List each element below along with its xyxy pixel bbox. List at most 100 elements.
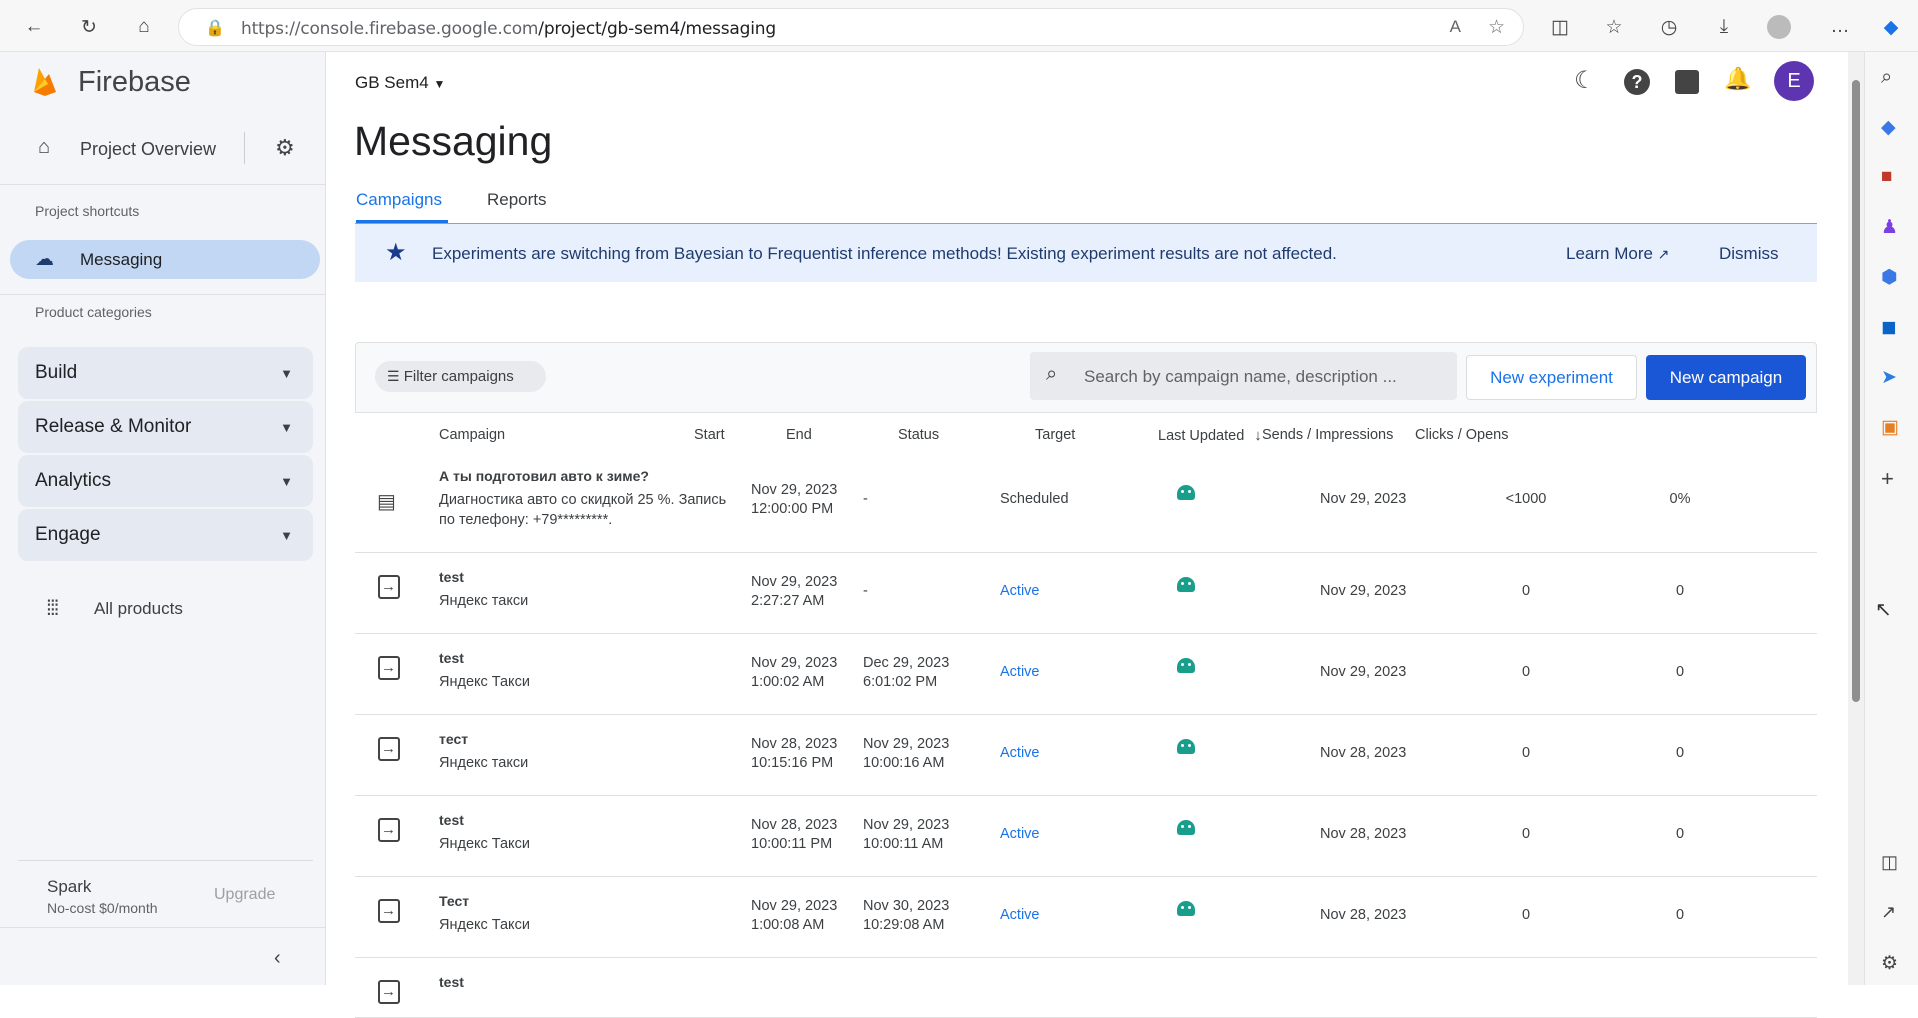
start-time: 1:00:08 AM bbox=[751, 917, 825, 933]
category-analytics[interactable]: Analytics ▼ bbox=[18, 455, 313, 507]
table-row[interactable]: тест Яндекс такси Nov 28, 2023 10:15:16 PM N… bbox=[355, 715, 1817, 796]
column-header-target[interactable]: Target bbox=[1035, 427, 1075, 443]
category-label: Release & Monitor bbox=[35, 416, 192, 437]
split-screen-icon[interactable]: ◫ bbox=[1546, 13, 1574, 41]
favorites-icon[interactable]: ☆ bbox=[1600, 13, 1628, 41]
tab-campaigns[interactable]: Campaigns bbox=[356, 190, 442, 210]
table-row[interactable]: test Яндекс Такси Nov 28, 2023 10:00:11 PM N… bbox=[355, 796, 1817, 877]
column-header-last-updated[interactable]: Last Updated ↓ bbox=[1158, 427, 1262, 444]
profile-icon[interactable] bbox=[1765, 13, 1793, 41]
shopping-tag-icon[interactable]: ◆ bbox=[1881, 116, 1896, 139]
help-icon[interactable]: ? bbox=[1624, 69, 1650, 95]
image-creator-icon[interactable]: ▣ bbox=[1881, 416, 1899, 439]
column-header-campaign[interactable]: Campaign bbox=[439, 427, 505, 443]
divider bbox=[0, 294, 326, 295]
refresh-icon[interactable]: ↻ bbox=[75, 13, 103, 41]
last-updated-date: Nov 28, 2023 bbox=[1320, 826, 1407, 842]
avatar[interactable]: E bbox=[1774, 61, 1814, 101]
status-badge: Scheduled bbox=[1000, 491, 1069, 507]
learn-more-link[interactable]: Learn More ↗ bbox=[1566, 244, 1669, 264]
info-banner: ★ Experiments are switching from Bayesia… bbox=[355, 224, 1817, 282]
in-app-message-icon bbox=[378, 656, 400, 680]
last-updated-date: Nov 29, 2023 bbox=[1320, 664, 1407, 680]
end-date: Dec 29, 2023 bbox=[863, 655, 950, 671]
add-plus-icon[interactable]: + bbox=[1881, 466, 1894, 492]
address-bar[interactable]: 🔒 https://console.firebase.google.com/pr… bbox=[178, 8, 1524, 46]
column-header-clicks[interactable]: Clicks / Opens bbox=[1415, 427, 1508, 443]
table-header: Campaign Start End Status Target Last Up… bbox=[355, 413, 1817, 453]
clicks-count: 0 bbox=[1675, 826, 1685, 842]
start-date: Nov 29, 2023 bbox=[751, 482, 838, 498]
home-icon[interactable]: ⌂ bbox=[130, 13, 158, 41]
search-icon[interactable]: ⌕ bbox=[1881, 66, 1892, 89]
start-date: Nov 28, 2023 bbox=[751, 736, 838, 752]
end-time: 10:00:11 AM bbox=[863, 836, 944, 852]
end-time: 6:01:02 PM bbox=[863, 674, 938, 690]
favorite-star-icon[interactable]: ☆ bbox=[1488, 16, 1505, 39]
dismiss-button[interactable]: Dismiss bbox=[1719, 244, 1779, 264]
tab-reports[interactable]: Reports bbox=[487, 190, 547, 210]
column-header-sends[interactable]: Sends / Impressions bbox=[1262, 427, 1393, 443]
outlook-icon[interactable]: ◼ bbox=[1881, 316, 1897, 339]
campaign-title: А ты подготовил авто к зиме? bbox=[439, 468, 649, 484]
column-header-status[interactable]: Status bbox=[898, 427, 939, 443]
category-label: Analytics bbox=[35, 470, 112, 491]
table-row[interactable]: Тест Яндекс Такси Nov 29, 2023 1:00:08 AM No… bbox=[355, 877, 1817, 958]
campaign-description: Диагностика авто со скидкой 25 %. Запись bbox=[439, 492, 727, 508]
settings-gear-icon[interactable]: ⚙ bbox=[1881, 952, 1898, 975]
table-row[interactable]: test Яндекс такси Nov 29, 2023 2:27:27 AM - A… bbox=[355, 553, 1817, 634]
filter-campaigns-button[interactable]: ☰ Filter campaigns bbox=[375, 361, 546, 392]
category-build[interactable]: Build ▼ bbox=[18, 347, 313, 399]
new-experiment-button[interactable]: New experiment bbox=[1466, 355, 1637, 400]
scrollbar-thumb[interactable] bbox=[1852, 80, 1860, 702]
end-time: 10:29:08 AM bbox=[863, 917, 945, 933]
status-badge: Active bbox=[1000, 583, 1040, 599]
message-bubble-icon: ▤ bbox=[377, 491, 396, 513]
sidebar-item-messaging[interactable]: ☁ Messaging bbox=[10, 240, 320, 279]
column-header-start[interactable]: Start bbox=[694, 427, 725, 443]
project-selector[interactable]: GB Sem4 ▼ bbox=[355, 73, 445, 93]
status-badge: Active bbox=[1000, 745, 1040, 761]
history-icon[interactable]: ◷ bbox=[1655, 13, 1683, 41]
divider bbox=[18, 860, 313, 861]
brand-name[interactable]: Firebase bbox=[78, 66, 191, 99]
dark-mode-moon-icon[interactable]: ☾ bbox=[1574, 66, 1596, 95]
microsoft-365-icon[interactable]: ⬢ bbox=[1881, 266, 1898, 289]
sidebar-toggle-icon[interactable]: ◫ bbox=[1881, 852, 1898, 873]
project-overview-link[interactable]: Project Overview bbox=[80, 139, 216, 160]
last-updated-date: Nov 29, 2023 bbox=[1320, 583, 1407, 599]
settings-gear-icon[interactable]: ⚙ bbox=[275, 135, 295, 161]
upgrade-button[interactable]: Upgrade bbox=[214, 886, 275, 904]
last-updated-date: Nov 29, 2023 bbox=[1320, 491, 1407, 507]
home-icon[interactable]: ⌂ bbox=[38, 136, 50, 159]
open-external-icon[interactable]: ↗ bbox=[1881, 902, 1896, 923]
start-time: 2:27:27 AM bbox=[751, 593, 825, 609]
copilot-icon[interactable]: ◆ bbox=[1877, 13, 1905, 41]
games-icon[interactable]: ♟ bbox=[1881, 216, 1898, 239]
category-release-monitor[interactable]: Release & Monitor ▼ bbox=[18, 401, 313, 453]
android-icon bbox=[1177, 820, 1195, 835]
release-notes-icon[interactable] bbox=[1675, 70, 1699, 94]
table-row[interactable]: ▤ А ты подготовил авто к зиме? Диагностика… bbox=[355, 453, 1817, 553]
plan-description: No-cost $0/month bbox=[47, 900, 158, 916]
all-products-link[interactable]: All products bbox=[94, 599, 183, 619]
collapse-chevron-icon[interactable]: ‹ bbox=[274, 947, 281, 970]
category-engage[interactable]: Engage ▼ bbox=[18, 509, 313, 561]
chevron-down-icon: ▼ bbox=[280, 365, 293, 381]
search-input[interactable]: ⌕ Search by campaign name, description .… bbox=[1030, 352, 1457, 400]
tools-briefcase-icon[interactable]: ■ bbox=[1881, 166, 1892, 188]
new-campaign-button[interactable]: New campaign bbox=[1646, 355, 1806, 400]
back-icon[interactable]: ← bbox=[20, 13, 48, 41]
notifications-bell-icon[interactable]: 🔔 bbox=[1724, 66, 1751, 92]
android-icon bbox=[1177, 658, 1195, 673]
last-updated-date: Nov 28, 2023 bbox=[1320, 745, 1407, 761]
column-header-end[interactable]: End bbox=[786, 427, 812, 443]
divider bbox=[0, 184, 326, 185]
more-icon[interactable]: … bbox=[1826, 13, 1854, 41]
table-row[interactable]: test Яндекс Такси Nov 29, 2023 1:00:02 AM De… bbox=[355, 634, 1817, 715]
send-plane-icon[interactable]: ➤ bbox=[1881, 366, 1897, 389]
start-time: 10:00:11 PM bbox=[751, 836, 833, 852]
table-row[interactable]: test bbox=[355, 958, 1817, 1018]
download-icon[interactable]: ⤓ bbox=[1710, 13, 1738, 41]
read-aloud-icon[interactable]: A bbox=[1450, 17, 1461, 37]
